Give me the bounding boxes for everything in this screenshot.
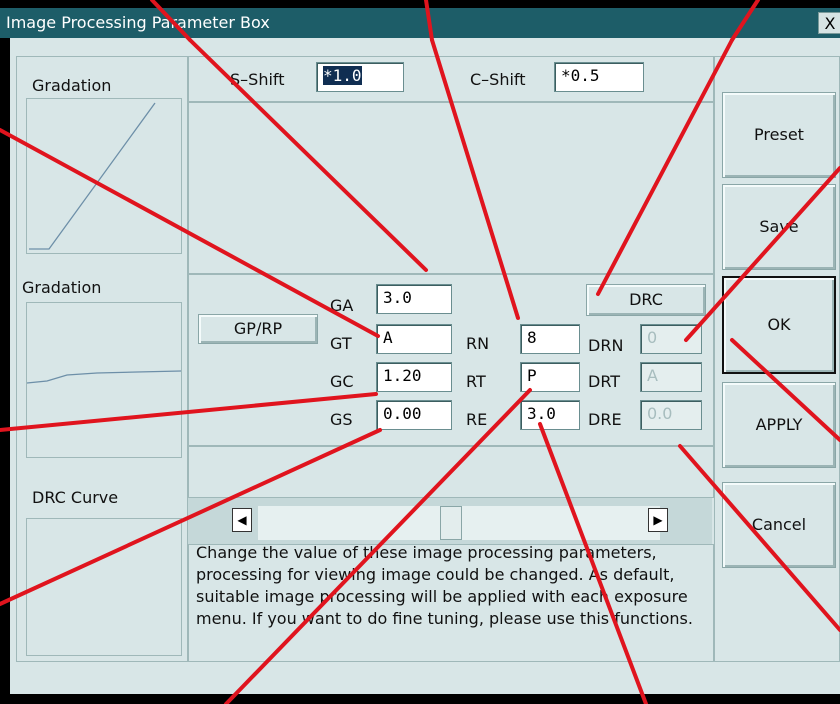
ok-button[interactable]: OK xyxy=(722,276,836,374)
rn-label: RN xyxy=(466,334,490,353)
re-label: RE xyxy=(466,410,488,429)
gradation-label-2: Gradation xyxy=(22,278,102,297)
scroll-left-arrow[interactable]: ◀ xyxy=(232,508,252,532)
scrollbar-thumb[interactable] xyxy=(440,506,462,540)
re-input[interactable]: 3.0 xyxy=(520,400,580,430)
gs-label: GS xyxy=(330,410,353,429)
s-shift-input[interactable]: *1.0 xyxy=(316,62,404,92)
rt-input[interactable]: P xyxy=(520,362,580,392)
gradation-graph-2 xyxy=(26,302,182,458)
ga-input[interactable]: 3.0 xyxy=(376,284,452,314)
parameter-dialog: Image Processing Parameter Box X Gradati… xyxy=(0,0,840,704)
s-shift-label: S–Shift xyxy=(230,70,285,89)
rn-input[interactable]: 8 xyxy=(520,324,580,354)
gradation-graph-1 xyxy=(26,98,182,254)
gp-rp-button[interactable]: GP/RP xyxy=(198,314,318,344)
gs-input[interactable]: 0.00 xyxy=(376,400,452,430)
dre-label: DRE xyxy=(588,410,622,429)
c-shift-label: C–Shift xyxy=(470,70,526,89)
help-description: Change the value of these image processi… xyxy=(196,543,693,628)
gt-label: GT xyxy=(330,334,352,353)
scroll-right-arrow[interactable]: ▶ xyxy=(648,508,668,532)
rt-label: RT xyxy=(466,372,486,391)
preview-panel xyxy=(188,102,714,274)
window-title: Image Processing Parameter Box xyxy=(6,13,270,32)
drn-input[interactable]: 0 xyxy=(640,324,702,354)
title-bar[interactable]: Image Processing Parameter Box X xyxy=(0,8,840,38)
drn-label: DRN xyxy=(588,336,624,355)
drt-label: DRT xyxy=(588,372,621,391)
cancel-button[interactable]: Cancel xyxy=(722,482,836,568)
gt-input[interactable]: A xyxy=(376,324,452,354)
drc-curve-label: DRC Curve xyxy=(32,488,119,507)
drt-input[interactable]: A xyxy=(640,362,702,392)
gradation-label-1: Gradation xyxy=(32,76,112,95)
spacer-panel xyxy=(188,446,714,498)
gc-input[interactable]: 1.20 xyxy=(376,362,452,392)
ga-label: GA xyxy=(330,296,354,315)
drc-curve-graph xyxy=(26,518,182,656)
save-button[interactable]: Save xyxy=(722,184,836,270)
apply-button[interactable]: APPLY xyxy=(722,382,836,468)
drc-button[interactable]: DRC xyxy=(586,284,706,316)
preset-button[interactable]: Preset xyxy=(722,92,836,178)
gc-label: GC xyxy=(330,372,354,391)
c-shift-input[interactable]: *0.5 xyxy=(554,62,644,92)
close-button[interactable]: X xyxy=(818,12,840,34)
dre-input[interactable]: 0.0 xyxy=(640,400,702,430)
